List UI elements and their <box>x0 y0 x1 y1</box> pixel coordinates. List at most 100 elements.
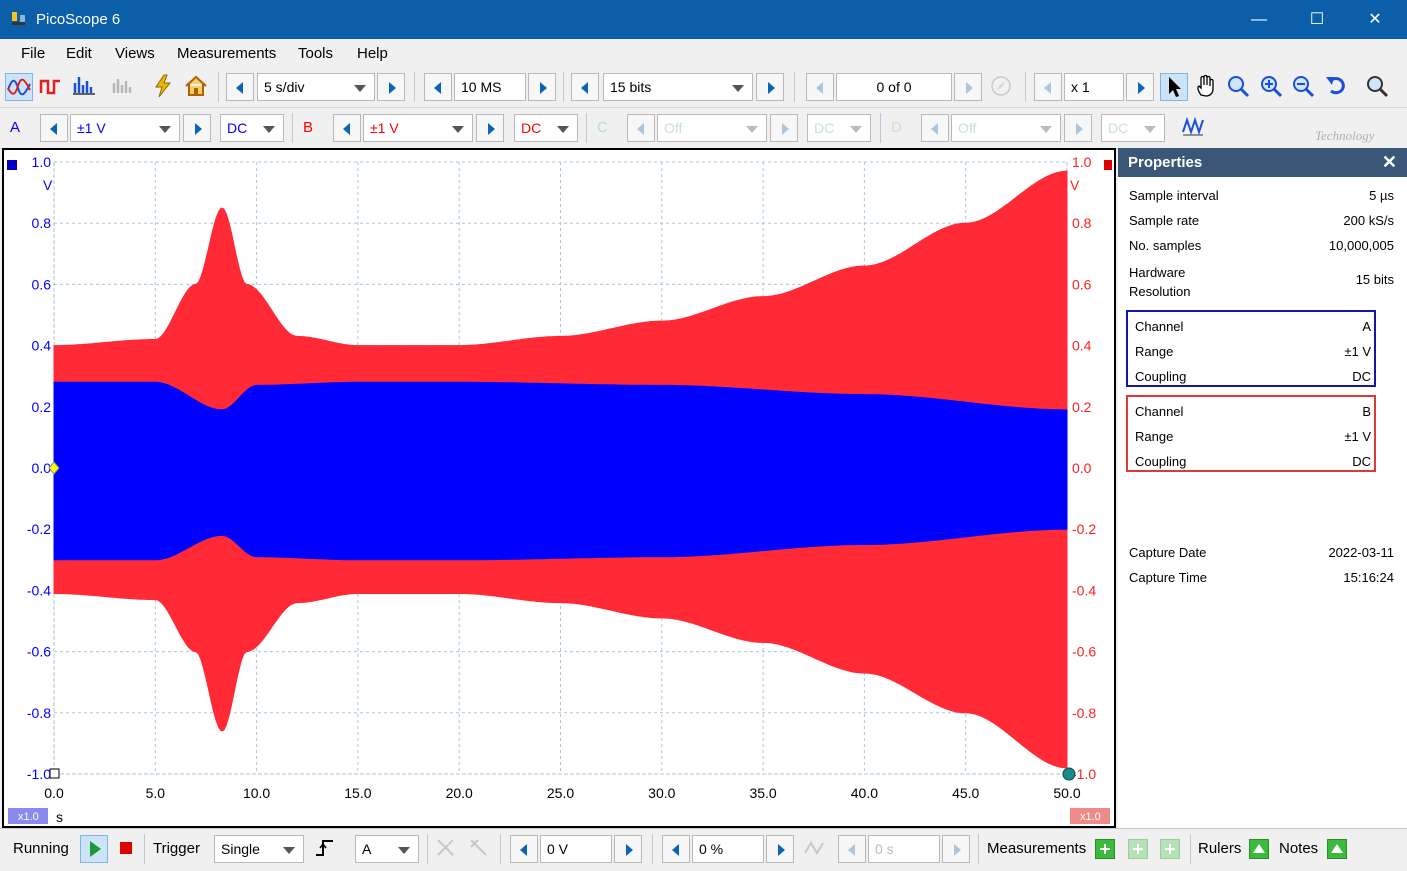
delay-icon[interactable] <box>802 835 830 863</box>
trigger-label: Trigger <box>153 840 200 857</box>
channel-c-range-select[interactable]: Off <box>657 114 767 142</box>
close-properties-icon[interactable]: ✕ <box>1382 148 1397 177</box>
channel-b-axis-marker[interactable] <box>1104 160 1112 170</box>
channel-d-label[interactable]: D <box>891 119 902 136</box>
menu-views[interactable]: Views <box>115 45 155 62</box>
stop-capture-button[interactable] <box>113 835 141 863</box>
zoom-next-button[interactable] <box>1126 73 1154 101</box>
buffer-navigator[interactable]: 0 of 0 <box>836 73 952 101</box>
menu-measurements[interactable]: Measurements <box>177 45 276 62</box>
pointer-tool-icon[interactable] <box>1160 73 1188 101</box>
pretrigger-input[interactable]: 0 % <box>692 835 764 863</box>
undo-zoom-icon[interactable] <box>1323 73 1351 101</box>
resolution-select[interactable]: 15 bits <box>603 73 753 101</box>
samples-prev-button[interactable] <box>424 73 452 101</box>
delete-measurement-button[interactable] <box>1160 839 1180 859</box>
separator <box>1025 72 1026 102</box>
start-capture-button[interactable] <box>80 835 108 863</box>
zoom-factor-input[interactable]: x 1 <box>1064 73 1124 101</box>
channel-a-properties: Channel A Range ±1 V Coupling DC <box>1126 310 1376 387</box>
resolution-next-button[interactable] <box>756 73 784 101</box>
channel-a-coupling-select[interactable]: DC <box>220 114 284 142</box>
trigger-adv-icon[interactable] <box>433 835 461 863</box>
channel-d-range-select[interactable]: Off <box>951 114 1061 142</box>
x-tick-label: 35.0 <box>749 785 776 801</box>
y-tick-label-left: -0.6 <box>27 644 51 660</box>
channel-b-label[interactable]: B <box>303 119 313 136</box>
threshold-next-button[interactable] <box>614 835 642 863</box>
zoom-overview-icon[interactable] <box>1364 73 1392 101</box>
signal-generator-icon[interactable] <box>1180 114 1208 142</box>
add-measurement-button[interactable] <box>1095 839 1115 859</box>
hand-tool-icon[interactable] <box>1193 73 1221 101</box>
samples-next-button[interactable] <box>528 73 556 101</box>
channel-c-range-prev-button[interactable] <box>627 114 655 142</box>
buffer-next-button[interactable] <box>954 73 982 101</box>
persistence-mode-icon[interactable] <box>38 73 66 101</box>
channel-a-range-next-button[interactable] <box>183 114 211 142</box>
scope-mode-icon[interactable] <box>5 73 33 101</box>
threshold-input[interactable]: 0 V <box>540 835 612 863</box>
delay-input[interactable]: 0 s <box>868 835 940 863</box>
zoom-in-icon[interactable] <box>1258 73 1286 101</box>
channel-d-range-next-button[interactable] <box>1064 114 1092 142</box>
channel-b-range-next-button[interactable] <box>476 114 504 142</box>
channel-c-range-next-button[interactable] <box>770 114 798 142</box>
y-tick-label-right: 0.2 <box>1072 399 1092 415</box>
menu-file[interactable]: File <box>21 45 45 62</box>
serial-decode-icon[interactable] <box>110 73 138 101</box>
channel-b-range-prev-button[interactable] <box>333 114 361 142</box>
threshold-prev-button[interactable] <box>510 835 538 863</box>
channel-d-coupling-select[interactable]: DC <box>1101 114 1165 142</box>
pretrigger-next-button[interactable] <box>766 835 794 863</box>
scope-chart[interactable]: 0.0 5.0 10.0 15.0 20.0 25.0 30.0 35.0 40.0 45.0 50… <box>4 150 1114 826</box>
scope-view[interactable]: 0.0 5.0 10.0 15.0 20.0 25.0 30.0 35.0 40.0 45.0 50… <box>2 148 1116 828</box>
menu-help[interactable]: Help <box>357 45 388 62</box>
edit-measurement-button[interactable] <box>1128 839 1148 859</box>
timebase-next-button[interactable] <box>377 73 405 101</box>
properties-header: Properties ✕ <box>1118 148 1407 177</box>
buffer-prev-button[interactable] <box>806 73 834 101</box>
zoom-out-icon[interactable] <box>1290 73 1318 101</box>
resolution-prev-button[interactable] <box>571 73 599 101</box>
channel-d-range-prev-button[interactable] <box>921 114 949 142</box>
channel-a-label[interactable]: A <box>10 119 20 136</box>
channel-a-axis-marker[interactable] <box>7 160 17 170</box>
timebase-select[interactable]: 5 s/div <box>257 73 375 101</box>
trigger-source-select[interactable]: A <box>355 835 419 863</box>
channel-a-range-select[interactable]: ±1 V <box>70 114 180 142</box>
trigger-mode-select[interactable]: Single <box>214 835 304 863</box>
separator <box>1190 834 1191 864</box>
pretrigger-prev-button[interactable] <box>662 835 690 863</box>
compass-icon[interactable] <box>988 73 1016 101</box>
origin-marker[interactable] <box>49 768 60 779</box>
end-marker[interactable] <box>1062 767 1076 781</box>
autosetup-lightning-icon[interactable] <box>150 73 178 101</box>
channel-b-coupling-select[interactable]: DC <box>514 114 578 142</box>
delay-prev-button[interactable] <box>838 835 866 863</box>
trigger-clear-icon[interactable] <box>466 835 494 863</box>
notes-toggle-button[interactable] <box>1327 839 1347 859</box>
channel-c-coupling-select[interactable]: DC <box>807 114 871 142</box>
y-tick-label-left: 1.0 <box>32 154 52 170</box>
rulers-toggle-button[interactable] <box>1249 839 1269 859</box>
y-tick-label-left: 0.0 <box>32 460 52 476</box>
menu-tools[interactable]: Tools <box>298 45 333 62</box>
samples-input[interactable]: 10 MS <box>454 73 526 101</box>
maximize-button[interactable]: ☐ <box>1288 0 1346 39</box>
delay-next-button[interactable] <box>942 835 970 863</box>
spectrum-mode-icon[interactable] <box>71 73 99 101</box>
menu-edit[interactable]: Edit <box>66 45 92 62</box>
home-icon[interactable] <box>183 73 211 101</box>
zoom-select-icon[interactable] <box>1225 73 1253 101</box>
channel-c-label[interactable]: C <box>597 119 608 136</box>
notes-label: Notes <box>1279 840 1319 857</box>
x-tick-label: 0.0 <box>44 785 64 801</box>
channel-a-range-prev-button[interactable] <box>40 114 68 142</box>
timebase-prev-button[interactable] <box>226 73 254 101</box>
close-window-button[interactable]: ✕ <box>1346 0 1404 39</box>
channel-b-range-select[interactable]: ±1 V <box>363 114 473 142</box>
minimize-button[interactable]: — <box>1230 0 1288 39</box>
zoom-prev-button[interactable] <box>1034 73 1062 101</box>
trigger-edge-icon[interactable] <box>313 835 341 863</box>
